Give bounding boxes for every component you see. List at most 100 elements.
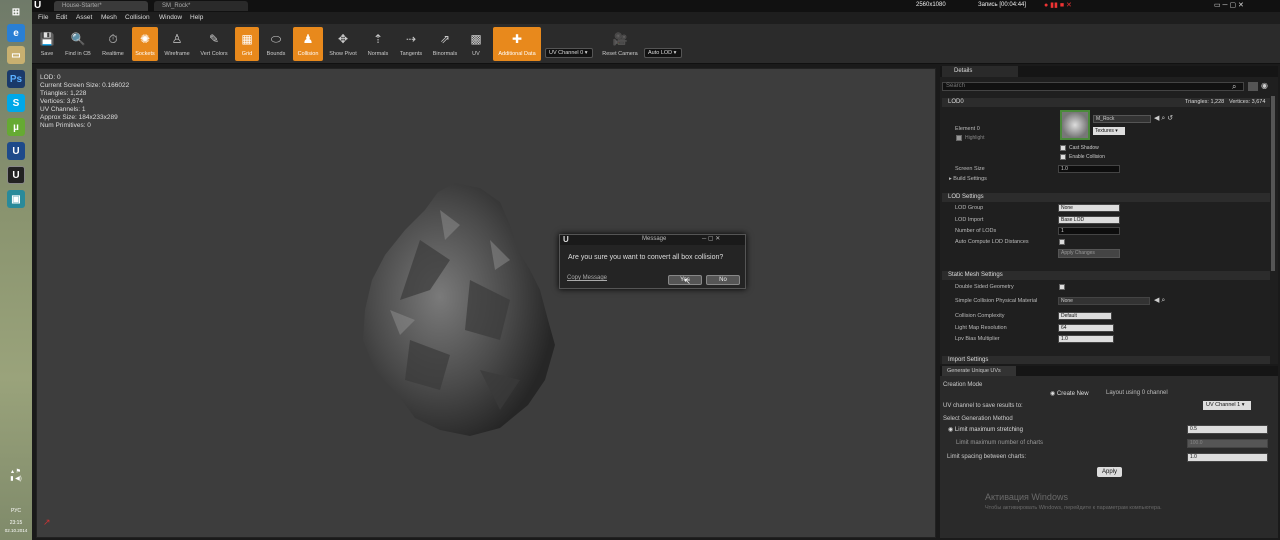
apply-button[interactable]: Apply — [1097, 467, 1122, 477]
tray-lang[interactable]: РУС — [0, 508, 32, 514]
reset-camera-button[interactable]: 🎥 Reset Camera — [598, 27, 642, 61]
unreal-icon[interactable]: U — [7, 142, 25, 160]
find-in-cb-button[interactable]: 🔍 Find in CB — [61, 27, 95, 61]
import-settings-header[interactable]: Import Settings — [942, 356, 1270, 364]
record-controls-icon[interactable]: ● ▮▮ ■ ✕ — [1044, 1, 1072, 9]
limit-spacing-label: Limit spacing between charts: — [947, 454, 1027, 460]
highlight-checkbox[interactable] — [956, 135, 962, 141]
enable-collision-checkbox[interactable] — [1060, 154, 1066, 160]
lod-settings-header[interactable]: LOD Settings — [942, 193, 1270, 202]
limit-stretch-field[interactable]: 0.5 — [1187, 425, 1268, 434]
windows-start-icon[interactable]: ⊞ — [7, 3, 25, 21]
wireframe-button[interactable]: ♙ Wireframe — [161, 27, 193, 61]
tray-date[interactable]: 02.10.2014 — [0, 528, 32, 533]
menu-window[interactable]: Window — [159, 14, 182, 21]
eye-icon[interactable]: ◉ — [1261, 81, 1268, 90]
menu-file[interactable]: File — [38, 14, 48, 21]
dialog-window-controls[interactable]: ─ ▢ ✕ — [702, 235, 720, 242]
rock-mesh — [363, 183, 555, 436]
collision-complexity-label: Collision Complexity — [955, 313, 1005, 319]
stopwatch-icon: ⏱ — [108, 31, 118, 46]
tab-generate-unique-uvs[interactable]: Generate Unique UVs — [942, 366, 1016, 376]
tray-time[interactable]: 23:15 — [0, 520, 32, 526]
photoshop-icon[interactable]: Ps — [7, 70, 25, 88]
menu-collision[interactable]: Collision — [125, 14, 150, 21]
double-sided-label: Double Sided Geometry — [955, 284, 1014, 290]
message-dialog: U Message ─ ▢ ✕ Are you sure you want to… — [559, 234, 746, 289]
lod-import-label: LOD Import — [955, 217, 984, 223]
window-controls-icon[interactable]: ▭ ─ ▢ ✕ — [1214, 1, 1244, 9]
tray-icons[interactable]: ▴ ⚑ ▮ ◀) — [0, 468, 32, 482]
normals-button[interactable]: ⇡ Normals — [363, 27, 393, 61]
stat-screen-size: Current Screen Size: 0.166022 — [40, 82, 130, 89]
auto-compute-checkbox[interactable] — [1059, 239, 1065, 245]
material-browse-icons[interactable]: ◀ ⌕ ↺ — [1154, 114, 1173, 123]
highlight-label: Highlight — [965, 135, 985, 141]
limit-stretch-radio[interactable]: ◉ Limit maximum stretching — [948, 426, 1023, 433]
app-icon[interactable]: ▣ — [7, 190, 25, 208]
binormals-button[interactable]: ⇗ Binormals — [429, 27, 461, 61]
build-settings-toggle[interactable]: ▸ Build Settings — [949, 176, 987, 182]
dialog-text: Are you sure you want to convert all box… — [568, 254, 724, 261]
tab-details[interactable]: Details — [942, 66, 1018, 77]
generation-method-label: Select Generation Method — [943, 416, 1013, 422]
collision-button[interactable]: ♟ Collision — [293, 27, 323, 61]
show-pivot-button[interactable]: ✥ Show Pivot — [326, 27, 360, 61]
double-sided-checkbox[interactable] — [1059, 284, 1065, 290]
uv-channel-dropdown[interactable]: UV Channel 0 ▾ — [545, 48, 593, 58]
material-browse-icons[interactable]: ◀ ⌕ — [1154, 296, 1165, 305]
tab-sm-rock[interactable]: SM_Rock* — [154, 1, 248, 11]
lod-import-dropdown[interactable]: Base LOD — [1058, 216, 1120, 224]
details-scrollbar[interactable] — [1271, 96, 1275, 271]
utorrent-icon[interactable]: µ — [7, 118, 25, 136]
limit-spacing-field[interactable]: 1.0 — [1187, 453, 1268, 462]
light-map-resolution-field[interactable]: 64 — [1058, 324, 1114, 332]
folder-icon[interactable]: ▭ — [7, 46, 25, 64]
bounds-button[interactable]: ⬭ Bounds — [262, 27, 290, 61]
uv-button[interactable]: ▩ UV — [464, 27, 488, 61]
realtime-button[interactable]: ⏱ Realtime — [98, 27, 128, 61]
grid-button[interactable]: ▦ Grid — [235, 27, 259, 61]
material-thumbnail[interactable] — [1060, 110, 1090, 140]
menu-mesh[interactable]: Mesh — [101, 14, 117, 21]
create-new-radio[interactable]: ◉ Create New — [1050, 390, 1089, 397]
menu-asset[interactable]: Asset — [76, 14, 92, 21]
additional-data-button[interactable]: ✚ Additional Data — [493, 27, 541, 61]
tool-label: Bounds — [266, 51, 286, 57]
vert-colors-button[interactable]: ✎ Vert Colors — [196, 27, 232, 61]
binormals-icon: ⇗ — [439, 32, 451, 46]
details-panel: Details Search ⌕ ◉ LOD0 Triangles: 1,228… — [940, 66, 1278, 364]
tab-label: House-Starter* — [62, 3, 102, 9]
apply-changes-button[interactable]: Apply Changes — [1058, 249, 1120, 258]
lod-group-dropdown[interactable]: None — [1058, 204, 1120, 212]
build-settings-label: Build Settings — [953, 176, 987, 182]
simple-collision-dropdown[interactable]: None — [1058, 297, 1150, 305]
tab-house-starter[interactable]: House-Starter* — [54, 1, 148, 11]
menu-help[interactable]: Help — [190, 14, 203, 21]
ie-icon[interactable]: e — [7, 24, 25, 42]
save-icon: 💾 — [39, 32, 55, 46]
no-button[interactable]: No — [706, 275, 740, 285]
textures-dropdown[interactable]: Textures ▾ — [1093, 127, 1125, 135]
title-bar: U House-Starter* SM_Rock* 2560x1080 Запи… — [32, 0, 1280, 12]
num-lods-field[interactable]: 1 — [1058, 227, 1120, 235]
auto-lod-dropdown[interactable]: Auto LOD ▾ — [644, 48, 682, 58]
save-button[interactable]: 💾 Save — [35, 27, 59, 61]
collision-complexity-dropdown[interactable]: Default — [1058, 312, 1112, 320]
static-mesh-settings-header[interactable]: Static Mesh Settings — [942, 271, 1270, 280]
screen-size-field[interactable]: 1.0 — [1058, 165, 1120, 173]
limit-charts-field[interactable]: 100.0 — [1187, 439, 1268, 448]
layout-using-radio[interactable]: Layout using 0 channel — [1106, 390, 1168, 396]
view-options-icon[interactable] — [1248, 82, 1258, 91]
sockets-button[interactable]: ✺ Sockets — [132, 27, 158, 61]
material-dropdown[interactable]: M_Rock — [1093, 115, 1151, 123]
details-search-input[interactable]: Search — [942, 82, 1244, 91]
lpv-bias-field[interactable]: 1.0 — [1058, 335, 1114, 343]
skype-icon[interactable]: S — [7, 94, 25, 112]
tangents-button[interactable]: ⇢ Tangents — [396, 27, 426, 61]
cast-shadow-checkbox[interactable] — [1060, 145, 1066, 151]
uv-save-dropdown[interactable]: UV Channel 1 ▾ — [1203, 401, 1251, 410]
menu-edit[interactable]: Edit — [56, 14, 67, 21]
unreal-editor-icon[interactable]: U — [7, 166, 25, 184]
copy-message-link[interactable]: Copy Message — [567, 275, 607, 281]
